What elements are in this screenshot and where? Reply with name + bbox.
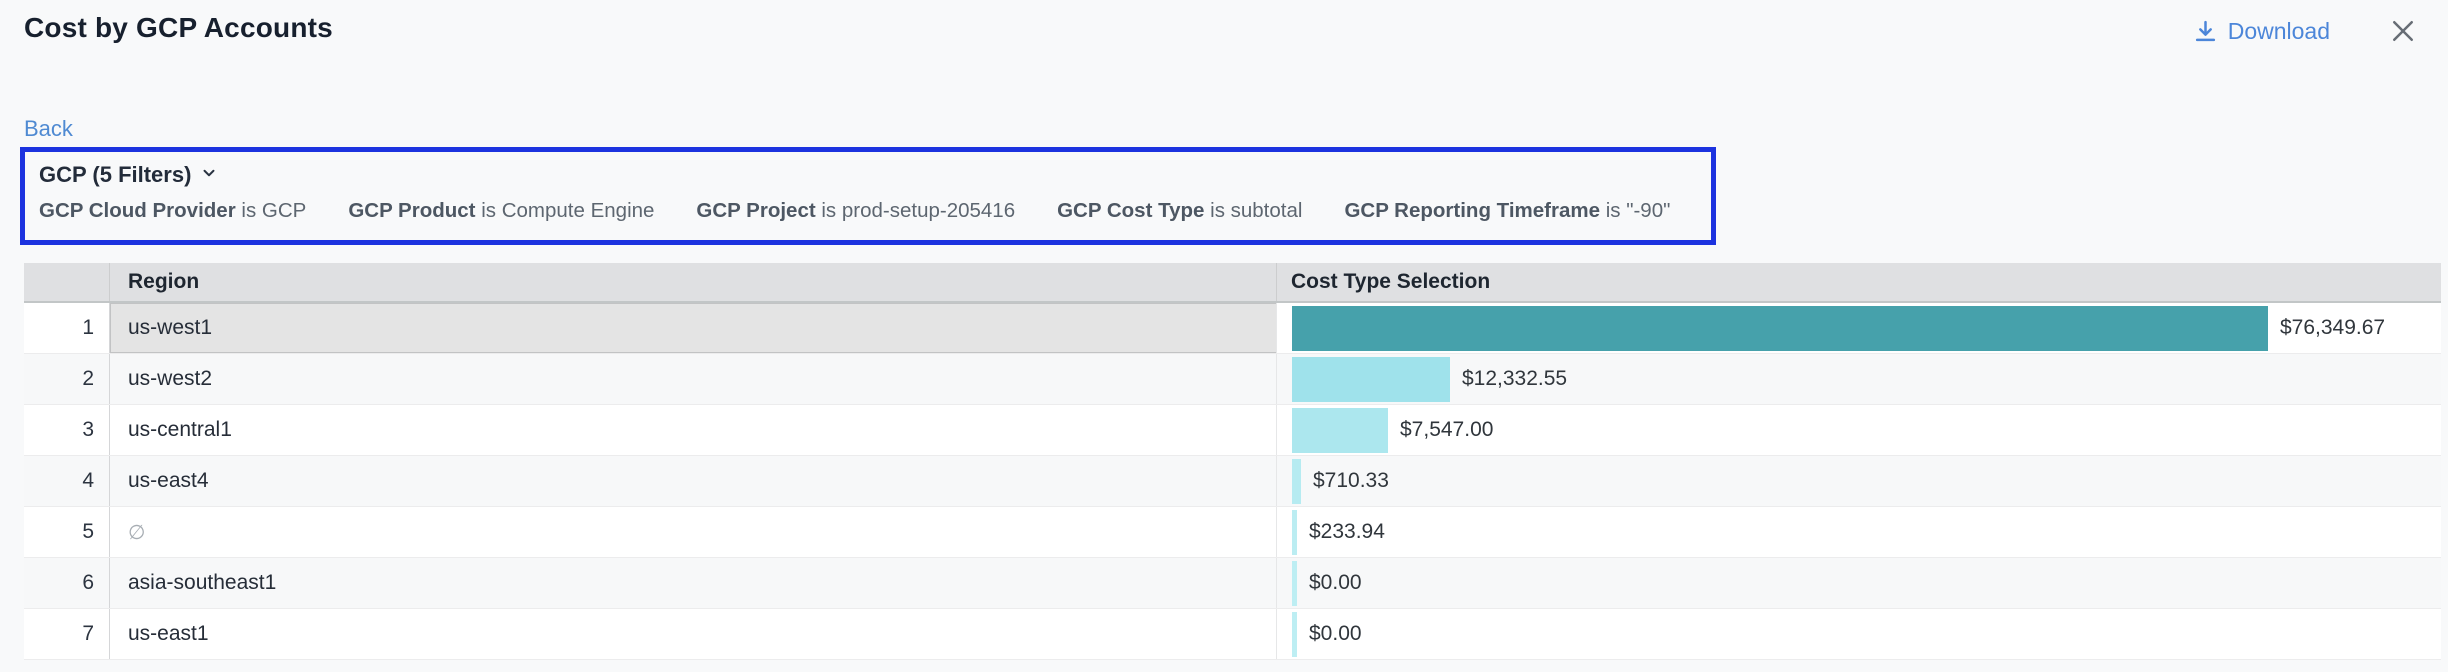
filter-list: GCP Cloud Provider is GCP GCP Product is …: [39, 199, 1697, 223]
column-header-region: Region: [110, 263, 1277, 301]
filter-item: GCP Cloud Provider is GCP: [39, 199, 306, 223]
cost-bar: [1292, 306, 2268, 351]
region-cell[interactable]: ∅: [110, 507, 1277, 557]
cost-value-label: $12,332.55: [1462, 367, 1567, 391]
cost-cell[interactable]: $0.00: [1276, 558, 2441, 608]
cost-bar: [1292, 612, 1297, 657]
filter-summary-toggle[interactable]: GCP (5 Filters): [39, 161, 218, 188]
row-number-cell: 1: [24, 303, 110, 353]
close-icon: [2388, 16, 2418, 46]
region-cell[interactable]: us-east4: [110, 456, 1277, 506]
filter-condition: is subtotal: [1204, 199, 1302, 222]
cost-cell[interactable]: $233.94: [1276, 507, 2441, 557]
filter-item: GCP Project is prod-setup-205416: [696, 199, 1015, 223]
filter-name: GCP Cloud Provider: [39, 199, 236, 222]
row-number-cell: 4: [24, 456, 110, 506]
table-header-row: Region Cost Type Selection: [24, 263, 2441, 303]
table-row: 2us-west2 $12,332.55: [24, 354, 2441, 405]
cost-value-label: $0.00: [1309, 571, 1362, 595]
table-row: 5∅ $233.94: [24, 507, 2441, 558]
close-button[interactable]: [2386, 14, 2420, 48]
cost-bar: [1292, 408, 1388, 453]
table-row: 7us-east1 $0.00: [24, 609, 2441, 660]
cost-cell[interactable]: $710.33: [1276, 456, 2441, 506]
column-header-cost-type-selection: Cost Type Selection: [1277, 263, 2441, 301]
region-cell[interactable]: us-west1: [110, 303, 1277, 353]
cost-bar: [1292, 510, 1297, 555]
page-title: Cost by GCP Accounts: [24, 12, 333, 44]
filter-summary-label: GCP (5 Filters): [39, 162, 191, 188]
region-cell[interactable]: us-central1: [110, 405, 1277, 455]
topbar: Cost by GCP Accounts Download: [0, 0, 2448, 64]
chevron-down-icon: [200, 161, 218, 188]
table-row: 4us-east4 $710.33: [24, 456, 2441, 507]
table-row: 6asia-southeast1 $0.00: [24, 558, 2441, 609]
row-number-cell: 5: [24, 507, 110, 557]
filter-box: GCP (5 Filters) GCP Cloud Provider is GC…: [20, 147, 1716, 245]
cost-cell[interactable]: $12,332.55: [1276, 354, 2441, 404]
filter-name: GCP Reporting Timeframe: [1344, 199, 1600, 222]
cost-value-label: $233.94: [1309, 520, 1385, 544]
cost-cell[interactable]: $76,349.67: [1276, 303, 2441, 353]
row-number-cell: 6: [24, 558, 110, 608]
region-cell[interactable]: us-east1: [110, 609, 1277, 659]
filter-condition: is Compute Engine: [476, 199, 655, 222]
row-number-cell: 7: [24, 609, 110, 659]
back-link[interactable]: Back: [24, 116, 73, 142]
column-header-row-number: [24, 263, 110, 301]
filter-name: GCP Cost Type: [1057, 199, 1204, 222]
download-label: Download: [2228, 18, 2330, 45]
row-number-cell: 3: [24, 405, 110, 455]
region-cell[interactable]: asia-southeast1: [110, 558, 1277, 608]
filter-item: GCP Reporting Timeframe is "-90": [1344, 199, 1670, 223]
cost-table: Region Cost Type Selection 1us-west1 $76,…: [24, 263, 2441, 660]
cost-value-label: $7,547.00: [1400, 418, 1493, 442]
filter-name: GCP Product: [348, 199, 475, 222]
row-number-cell: 2: [24, 354, 110, 404]
filter-item: GCP Cost Type is subtotal: [1057, 199, 1302, 223]
table-row: 1us-west1 $76,349.67: [24, 303, 2441, 354]
region-cell[interactable]: us-west2: [110, 354, 1277, 404]
top-actions: Download: [2193, 14, 2420, 48]
download-button[interactable]: Download: [2193, 18, 2330, 45]
filter-item: GCP Product is Compute Engine: [348, 199, 654, 223]
filter-condition: is GCP: [236, 199, 307, 222]
filter-condition: is "-90": [1600, 199, 1670, 222]
filter-name: GCP Project: [696, 199, 815, 222]
cost-bar: [1292, 561, 1297, 606]
table-row: 3us-central1 $7,547.00: [24, 405, 2441, 456]
cost-value-label: $710.33: [1313, 469, 1389, 493]
cost-cell[interactable]: $0.00: [1276, 609, 2441, 659]
table-body: 1us-west1$76,349.672us-west2$12,332.553u…: [24, 303, 2441, 660]
download-icon: [2193, 19, 2218, 44]
cost-bar: [1292, 357, 1450, 402]
filter-condition: is prod-setup-205416: [816, 199, 1015, 222]
cost-value-label: $0.00: [1309, 622, 1362, 646]
cost-bar: [1292, 459, 1301, 504]
cost-cell[interactable]: $7,547.00: [1276, 405, 2441, 455]
cost-value-label: $76,349.67: [2280, 316, 2385, 340]
